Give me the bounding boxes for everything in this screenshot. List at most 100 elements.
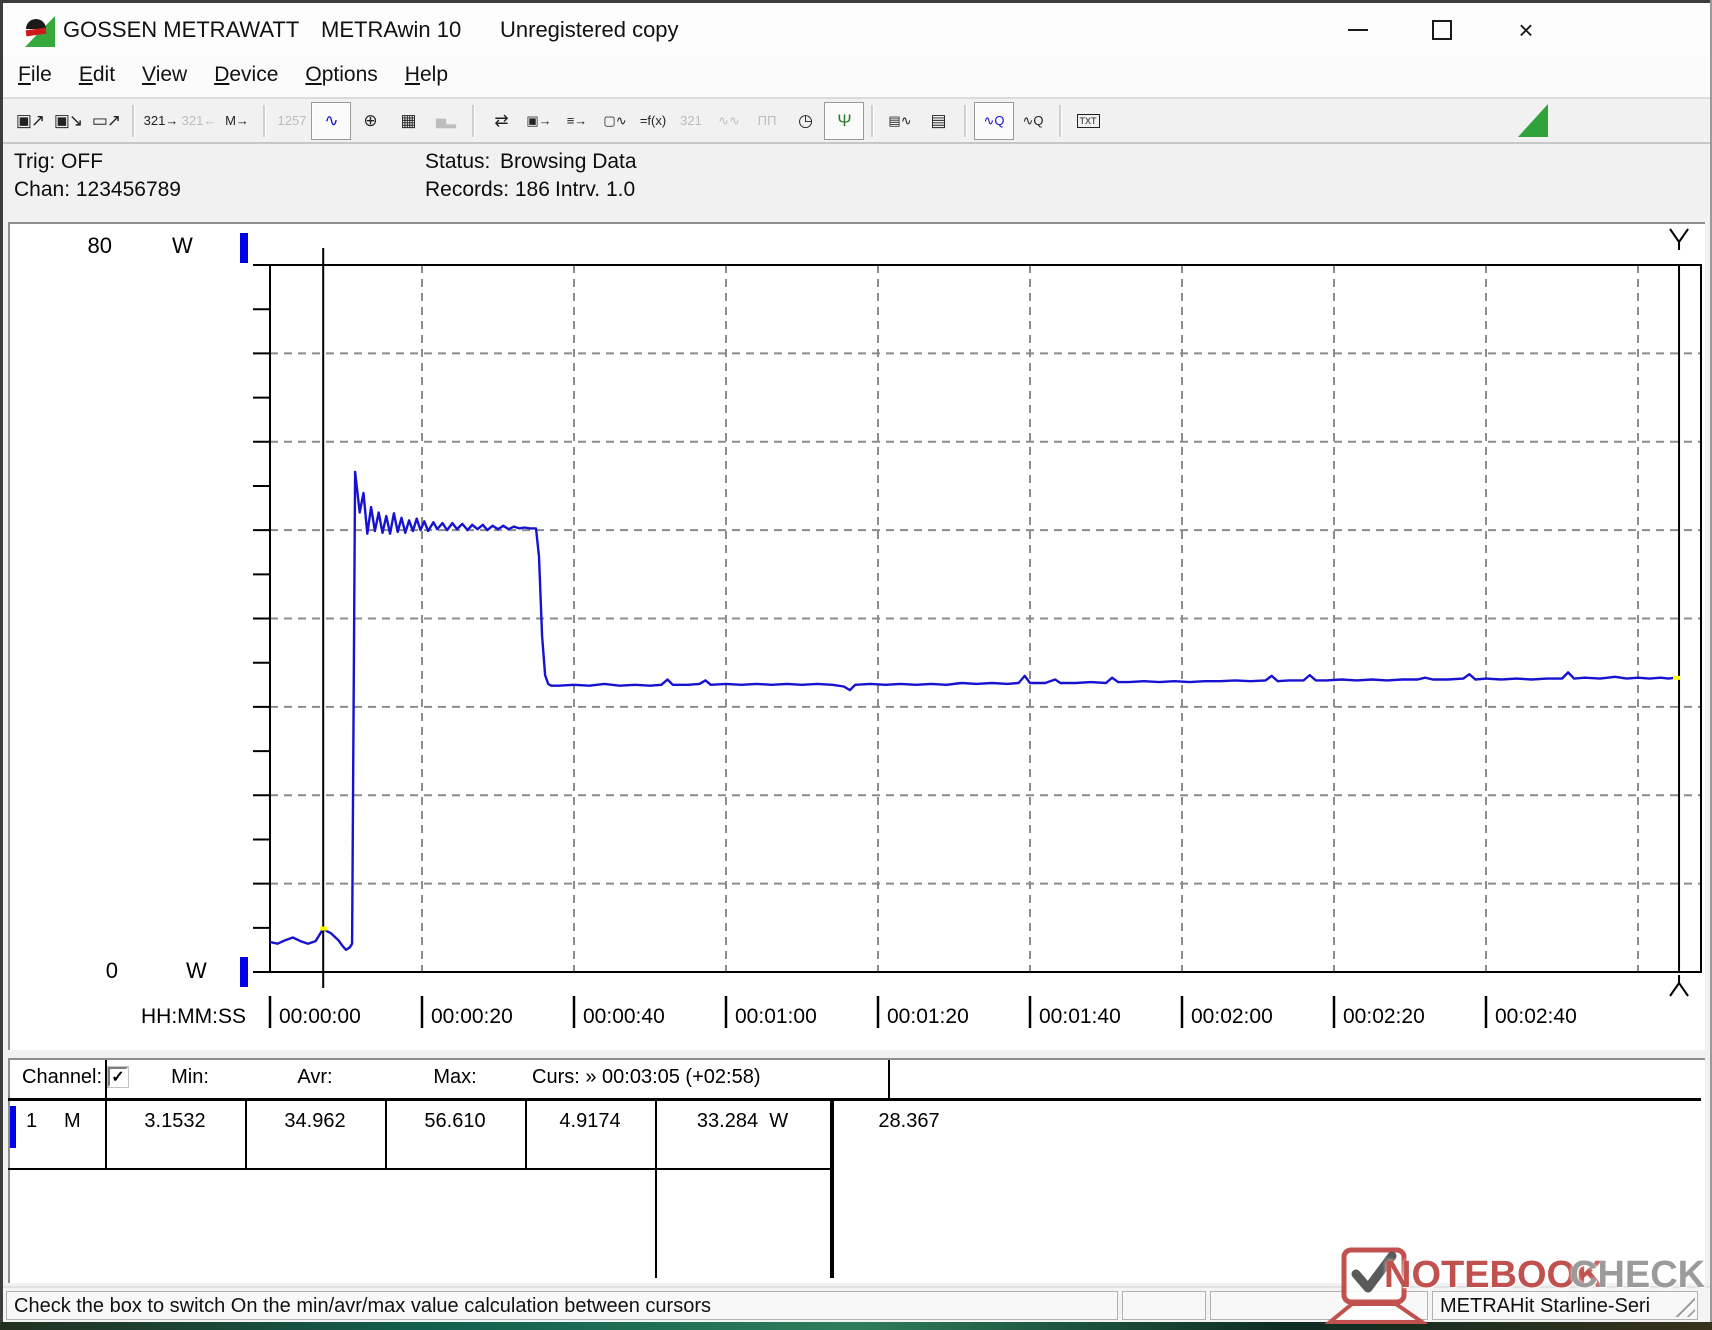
table-grid-line — [888, 1060, 890, 1098]
y-axis-ticks — [253, 308, 270, 929]
max-value: 56.610 — [424, 1110, 486, 1132]
menu-device[interactable]: Device — [214, 63, 278, 87]
cursor1-curve-intersection — [320, 926, 328, 931]
channel1-color-marker — [10, 1106, 16, 1148]
gridlines — [269, 265, 1701, 972]
menu-options[interactable]: Options — [305, 63, 377, 87]
maximize-button[interactable] — [1419, 11, 1465, 49]
avr-value: 34.962 — [284, 1110, 346, 1132]
numeric-display-icon: 1257 — [277, 113, 307, 128]
menu-bar: File Edit View Device Options Help — [3, 56, 1710, 97]
cursor2-bottom-marker[interactable] — [1669, 975, 1689, 997]
interval-value: Intrv. 1.0 — [555, 178, 636, 201]
toolbar-separator — [964, 104, 967, 137]
save-file-button[interactable]: ▣↘ — [49, 103, 87, 139]
menu-view[interactable]: View — [142, 63, 187, 87]
minmax-checkbox[interactable]: ✓ — [108, 1067, 128, 1087]
export-file-button[interactable]: ▣→ — [520, 103, 558, 139]
formula-button[interactable]: =f(x) — [634, 103, 672, 139]
app-logo-icon — [25, 16, 55, 47]
open-file-button[interactable]: ▭↗ — [87, 103, 125, 139]
analog-meter-button[interactable]: ⊕ — [351, 103, 389, 139]
export-file-icon: ▣→ — [526, 112, 552, 128]
transfer-config-button[interactable]: ⇄ — [482, 103, 520, 139]
title-bar: GOSSEN METRAWATT METRAwin 10 Unregistere… — [3, 3, 1710, 56]
print-preview-button[interactable]: ▤∿ — [881, 103, 919, 139]
print-button[interactable]: ▤ — [919, 103, 957, 139]
avr-column-header: Avr: — [297, 1066, 333, 1088]
status-empty-segment — [1122, 1291, 1206, 1320]
toolbar: ▣↗ ▣↘ ▭↗ 321→ 321← M→ 1257 ∿ ⊕ ▦ ▅▂ ⇄ ▣→ ≡→ ▢∿ =f(x) 321… — [3, 97, 1710, 144]
read-device-button[interactable]: 321→ — [142, 103, 180, 139]
y-max-label: 80 — [88, 233, 112, 258]
zoom-out-button[interactable]: ∿Q — [1014, 103, 1052, 139]
zoom-in-button[interactable]: ∿Q — [974, 101, 1014, 140]
print-preview-icon: ▤∿ — [888, 112, 912, 128]
histogram-view-button: ▅▂ — [427, 103, 465, 139]
status-label: Status: — [425, 150, 491, 173]
x-tick-label: 00:02:40 — [1495, 1005, 1577, 1028]
read-memory-button[interactable]: M→ — [218, 103, 256, 139]
device-display-button: 321 — [672, 103, 710, 139]
save-as-icon: ▣↗ — [15, 110, 45, 130]
x-tick-label: 00:01:40 — [1039, 1005, 1121, 1028]
channel-marker-top — [240, 233, 248, 263]
cursor1-value: 4.9174 — [559, 1110, 621, 1132]
menu-edit[interactable]: Edit — [79, 63, 115, 87]
row-divider — [8, 1168, 832, 1170]
status-message-segment: Check the box to switch On the min/avr/m… — [6, 1291, 1118, 1320]
channel-marker-bottom — [240, 957, 248, 987]
cursor2-top-marker[interactable] — [1669, 228, 1689, 250]
annotation-icon: TXT — [1076, 113, 1100, 128]
power-chart[interactable]: 80 W 0 W HH:MM:SS 00:00:00 00:00:20 00:00:40 00:… — [8, 222, 1705, 1050]
max-column-header: Max: — [433, 1066, 477, 1088]
table-view-button[interactable]: ▦ — [389, 103, 427, 139]
menu-file[interactable]: File — [18, 63, 52, 87]
cursor-column-header: Curs: » 00:03:05 (+02:58) — [532, 1066, 761, 1088]
toolbar-separator — [871, 104, 874, 137]
channel-column-header: Channel: — [22, 1066, 103, 1088]
min-value: 3.1532 — [144, 1110, 206, 1132]
checkmark-icon: ✓ — [111, 1069, 125, 1086]
title-brand: GOSSEN METRAWATT — [63, 17, 300, 42]
metrawin-window: GOSSEN METRAWATT METRAwin 10 Unregistere… — [0, 0, 1712, 1324]
power-curve — [269, 470, 1677, 952]
compare-curves-icon: ∿∿ — [718, 112, 740, 128]
save-as-button[interactable]: ▣↗ — [11, 103, 49, 139]
title-app-name: METRAwin 10 — [321, 17, 462, 42]
x-tick-label: 00:01:20 — [887, 1005, 969, 1028]
close-icon: × — [1518, 15, 1534, 45]
numeric-display-button: 1257 — [273, 103, 311, 139]
open-file-icon: ▭↗ — [91, 110, 121, 130]
x-tick-label: 00:00:20 — [431, 1005, 513, 1028]
monitor-display-button[interactable]: ▢∿ — [596, 103, 634, 139]
x-tick-label: 00:01:00 — [735, 1005, 817, 1028]
title-license-notice: Unregistered copy — [500, 17, 679, 42]
device-display-icon: 321 — [680, 113, 702, 128]
x-tick-label: 00:00:40 — [583, 1005, 665, 1028]
watermark-check-text: CHECK — [1570, 1254, 1706, 1296]
clock-button[interactable]: ◷ — [786, 103, 824, 139]
export-list-icon: ≡→ — [566, 113, 588, 128]
chart-view-button[interactable]: ∿ — [311, 101, 351, 140]
minimize-icon — [1348, 29, 1368, 31]
trigger-status: Trig: OFF — [14, 150, 104, 173]
x-tick-label: 00:00:00 — [279, 1005, 361, 1028]
channel-number[interactable]: 1 — [26, 1110, 37, 1133]
zoom-in-icon: ∿Q — [983, 112, 1005, 128]
status-value: Browsing Data — [500, 150, 637, 173]
toolbar-separator — [263, 104, 266, 137]
y-min-label: 0 — [106, 958, 118, 983]
toolbar-separator — [1059, 104, 1062, 137]
send-device-button: 321← — [180, 103, 218, 139]
menu-help[interactable]: Help — [405, 63, 448, 87]
notebookcheck-watermark: NOTEBOOK CHECK — [1322, 1246, 1712, 1330]
read-device-icon: 321→ — [143, 113, 179, 128]
y-unit-top-label: W — [172, 233, 193, 258]
annotation-button[interactable]: TXT — [1069, 103, 1107, 139]
minimize-button[interactable] — [1335, 11, 1381, 49]
close-button[interactable]: × — [1503, 11, 1549, 49]
logger-button[interactable]: Ψ — [824, 101, 864, 140]
save-file-icon: ▣↘ — [53, 110, 83, 130]
export-list-button[interactable]: ≡→ — [558, 103, 596, 139]
